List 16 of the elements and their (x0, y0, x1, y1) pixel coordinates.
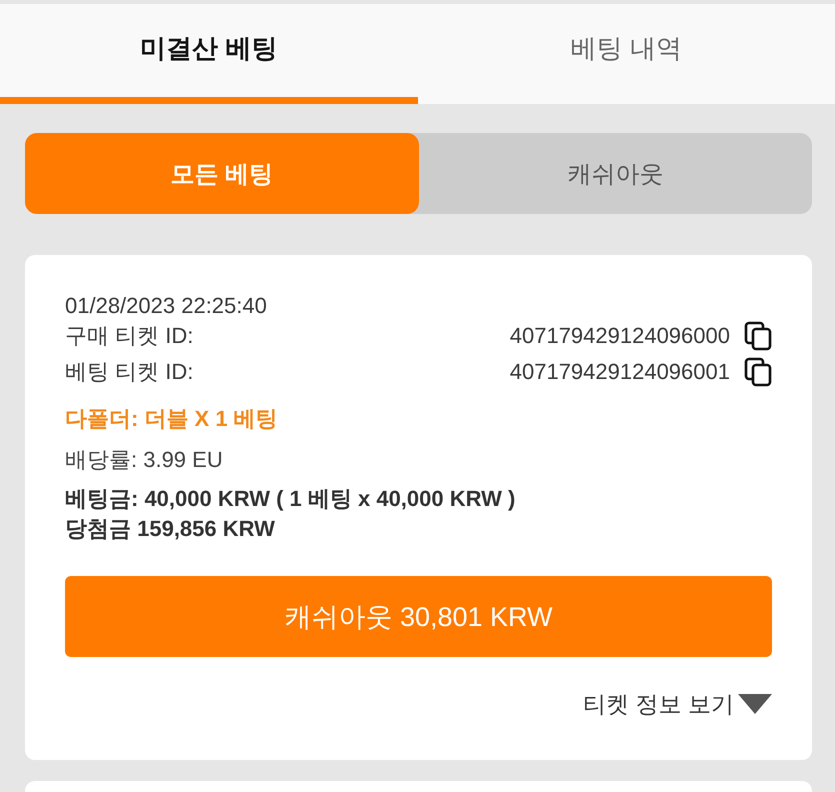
filter-button[interactable]: 캐쉬아웃 (418, 133, 812, 214)
odds-text: 배당률: 3.99 EU (65, 446, 224, 474)
tab[interactable]: 베팅 내역 (418, 4, 835, 104)
stake-text: 베팅금: 40,000 KRW ( 1 베팅 x 40,000 KRW ) (65, 485, 516, 513)
bet-type: 다폴더: 더블 X 1 베팅 (65, 405, 279, 433)
ticket-date: 01/28/2023 22:25:40 (65, 294, 268, 318)
ticket-id-value: 407179429124096001 (510, 359, 730, 385)
ticket-id-value: 407179429124096000 (510, 323, 730, 349)
copy-icon[interactable] (744, 357, 772, 387)
ticket-details-link[interactable]: 티켓 정보 보기 (583, 689, 734, 719)
ticket-id-label: 베팅 티켓 ID: (65, 358, 194, 386)
ticket-id-label: 구매 티켓 ID: (65, 322, 194, 350)
copy-icon[interactable] (744, 321, 772, 351)
tab[interactable]: 미결산 베팅 (0, 4, 418, 104)
caret-icon[interactable] (738, 694, 772, 714)
winnings-text: 당첨금 159,856 KRW (65, 515, 276, 543)
